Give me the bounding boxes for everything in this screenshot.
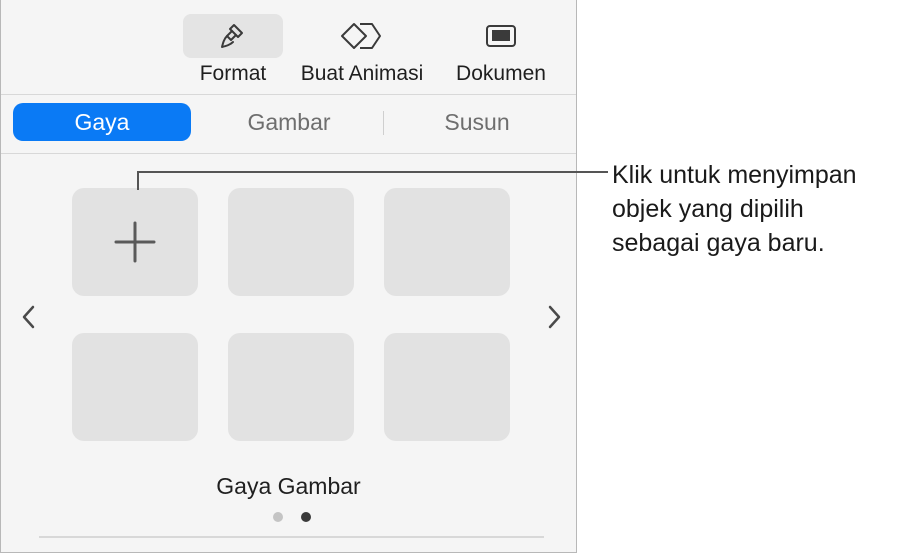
format-button[interactable]: Format xyxy=(183,0,283,94)
callout-text: Klik untuk menyimpan objek yang dipilih … xyxy=(612,158,902,260)
animate-diamond-icon xyxy=(341,23,381,49)
next-page-button[interactable] xyxy=(544,303,564,331)
paintbrush-icon xyxy=(221,24,243,48)
tab-susun[interactable]: Susun xyxy=(387,103,567,141)
style-swatch[interactable] xyxy=(228,333,354,441)
tab-gaya[interactable]: Gaya xyxy=(13,103,191,141)
style-swatch[interactable] xyxy=(72,333,198,441)
tab-divider xyxy=(383,111,384,135)
style-swatch[interactable] xyxy=(384,333,510,441)
document-label: Dokumen xyxy=(456,62,546,85)
gallery-title: Gaya Gambar xyxy=(216,473,361,499)
inspector-toolbar: Format Buat Animasi Dokumen xyxy=(1,0,576,95)
animate-button[interactable]: Buat Animasi xyxy=(288,0,436,94)
chevron-left-icon xyxy=(22,305,35,329)
plus-icon xyxy=(114,221,156,263)
callout-line-1: Klik untuk menyimpan xyxy=(612,161,857,189)
page-dot-2[interactable] xyxy=(301,512,311,522)
format-label: Format xyxy=(199,62,267,85)
animate-label: Buat Animasi xyxy=(300,62,424,85)
page-dot-1[interactable] xyxy=(273,512,283,522)
tab-bar: Gaya Gambar Susun xyxy=(1,95,576,154)
callout-line-3: sebagai gaya baru. xyxy=(612,229,825,257)
document-icon xyxy=(486,25,516,47)
format-sidebar: Format Buat Animasi Dokumen Gaya Gambar … xyxy=(0,0,577,553)
callout-leader-line xyxy=(137,171,608,190)
style-swatch[interactable] xyxy=(228,188,354,296)
previous-page-button[interactable] xyxy=(19,303,39,331)
format-button-highlight xyxy=(183,14,283,58)
chevron-right-icon xyxy=(548,305,561,329)
tab-gambar[interactable]: Gambar xyxy=(197,103,381,141)
document-button[interactable]: Dokumen xyxy=(446,0,556,94)
add-style-button[interactable] xyxy=(72,188,198,296)
style-swatch[interactable] xyxy=(384,188,510,296)
divider xyxy=(39,536,544,538)
callout-line-2: objek yang dipilih xyxy=(612,195,804,223)
